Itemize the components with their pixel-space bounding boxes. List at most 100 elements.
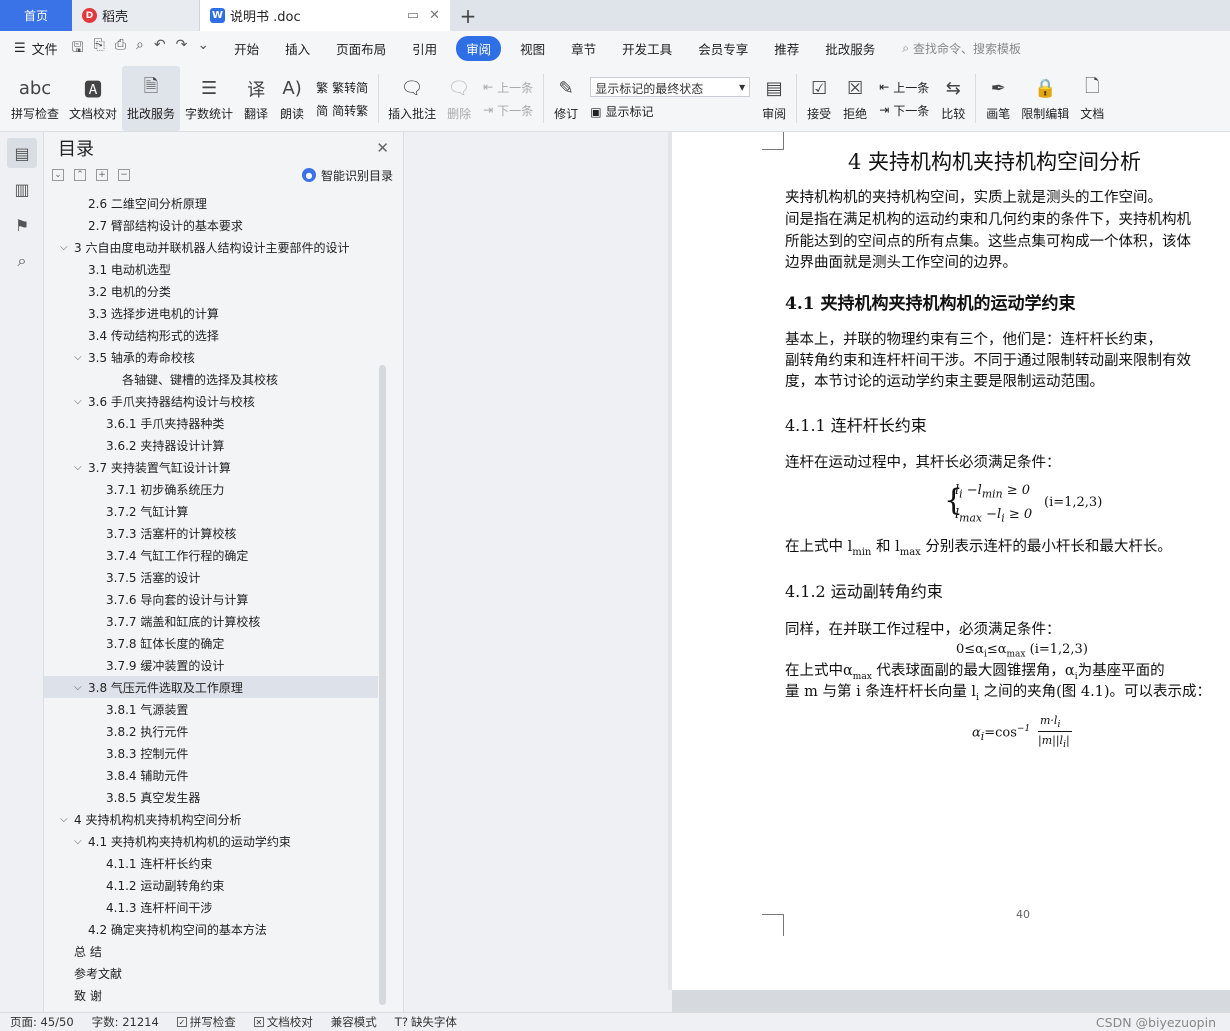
markup-state-select[interactable]: 显示标记的最终状态 ▾ (590, 77, 751, 97)
menu-start[interactable]: 开始 (234, 39, 259, 58)
menu-insert[interactable]: 插入 (285, 39, 310, 58)
toc-item[interactable]: 3.8.1 气源装置 (44, 698, 378, 720)
chevron-down-icon[interactable]: ⌄ (197, 37, 209, 61)
prev-comment-button[interactable]: ⇤ 上一条 (483, 79, 533, 96)
page-indicator[interactable]: 页面: 45/50 (10, 1014, 74, 1030)
toc-item[interactable]: 3.4 传动结构形式的选择 (44, 324, 378, 346)
document-rights-button[interactable]: 🗋 文档 (1074, 66, 1110, 131)
expand-up-icon[interactable]: ⌃ (74, 169, 86, 181)
next-comment-button[interactable]: ⇥ 下一条 (483, 102, 533, 119)
toc-item[interactable]: 3.7.4 气缸工作行程的确定 (44, 544, 378, 566)
toc-item[interactable]: 3.2 电机的分类 (44, 280, 378, 302)
toc-item[interactable]: 3.8.5 真空发生器 (44, 786, 378, 808)
tab-document[interactable]: W 说明书 .doc ▭ ✕ (200, 0, 450, 31)
toc-item[interactable]: 3.8.3 控制元件 (44, 742, 378, 764)
menu-grading[interactable]: 批改服务 (825, 39, 875, 58)
reject-button[interactable]: ☒ 拒绝 (837, 66, 873, 131)
toc-item[interactable]: 3.7.7 端盖和缸底的计算校核 (44, 610, 378, 632)
toc-item[interactable]: ⌵ 3.7 夹持装置气缸设计计算 (44, 456, 378, 478)
word-count-indicator[interactable]: 字数: 21214 (92, 1014, 159, 1030)
menu-recommend[interactable]: 推荐 (774, 39, 799, 58)
toc-item[interactable]: 3.7.3 活塞杆的计算校核 (44, 522, 378, 544)
preview-icon[interactable]: ⌕ (136, 37, 144, 61)
chevron-down-icon[interactable]: ⌵ (74, 462, 86, 473)
menu-references[interactable]: 引用 (412, 39, 437, 58)
toc-item[interactable]: ⌵ 3.6 手爪夹持器结构设计与校核 (44, 390, 378, 412)
missing-font-button[interactable]: T? 缺失字体 (395, 1014, 457, 1030)
toc-item[interactable]: ⌵ 4.1 夹持机构夹持机构机的运动学约束 (44, 830, 378, 852)
word-count-button[interactable]: ☰ 字数统计 (180, 66, 238, 131)
toc-item[interactable]: 3.8.4 辅助元件 (44, 764, 378, 786)
pen-button[interactable]: ✒ 画笔 (980, 66, 1016, 131)
toc-item[interactable]: 4.1.1 连杆杆长约束 (44, 852, 378, 874)
new-tab-button[interactable]: + (450, 0, 486, 31)
smart-toc-button[interactable]: ● 智能识别目录 (301, 167, 393, 184)
toc-item[interactable]: ⌵ 4 夹持机构机夹持机构空间分析 (44, 808, 378, 830)
toc-item[interactable]: 4.1.3 连杆杆间干涉 (44, 896, 378, 918)
doc-proof-button[interactable]: 🅰 文档校对 (64, 66, 122, 131)
translate-button[interactable]: 译翻译 (238, 66, 274, 131)
toc-item[interactable]: 各轴键、键槽的选择及其校核 (44, 368, 378, 390)
compare-button[interactable]: ⇆ 比较 (935, 66, 971, 131)
command-search[interactable]: ⌕ 查找命令、搜索模板 (902, 40, 1021, 57)
toc-pane-icon[interactable]: ▤ (7, 138, 37, 168)
toc-scrollbar[interactable] (379, 365, 386, 1005)
close-icon[interactable]: ✕ (376, 139, 389, 157)
toc-item[interactable]: ⌵ 3.8 气压元件选取及工作原理 (44, 676, 378, 698)
track-changes-button[interactable]: ✎ 修订 (548, 66, 584, 131)
delete-comment-button[interactable]: 🗨 删除 (441, 66, 477, 131)
menu-review[interactable]: 审阅 (456, 36, 502, 61)
plus-icon[interactable]: + (96, 169, 108, 181)
tab-daoke[interactable]: D 稻壳 (72, 0, 200, 31)
toc-item[interactable]: ⌵ 3.5 轴承的寿命校核 (44, 346, 378, 368)
save-icon[interactable]: 🖫 (72, 37, 84, 61)
toc-item[interactable]: 4.2 确定夹持机构空间的基本方法 (44, 918, 378, 940)
toc-item[interactable]: 3.6.2 夹持器设计计算 (44, 434, 378, 456)
menu-member[interactable]: 会员专享 (698, 39, 748, 58)
collapse-all-icon[interactable]: ⌄ (52, 169, 64, 181)
toc-item[interactable]: 总 结 (44, 940, 378, 962)
next-change-button[interactable]: ⇥ 下一条 (879, 102, 929, 119)
menu-view[interactable]: 视图 (520, 39, 545, 58)
file-menu[interactable]: ☰ 文件 (14, 39, 58, 58)
spell-check-button[interactable]: abc 拼写检查 (6, 66, 64, 131)
chevron-down-icon[interactable]: ⌵ (60, 242, 72, 253)
toc-item[interactable]: 参考文献 (44, 962, 378, 984)
read-aloud-button[interactable]: A) 朗读 (274, 66, 310, 131)
chevron-down-icon[interactable]: ⌵ (74, 836, 86, 847)
chevron-down-icon[interactable]: ⌵ (74, 682, 86, 693)
redo-icon[interactable]: ↷ (176, 37, 188, 61)
search-icon[interactable]: ⌕ (7, 246, 37, 276)
chevron-down-icon[interactable]: ⌵ (74, 352, 86, 363)
undo-icon[interactable]: ↶ (154, 37, 166, 61)
export-icon[interactable]: ⎘ (94, 37, 105, 61)
toc-item[interactable]: 3.1 电动机选型 (44, 258, 378, 280)
trad-to-simp-button[interactable]: 繁繁转简 (316, 79, 368, 96)
restrict-editing-button[interactable]: 🔒 限制编辑 (1016, 66, 1074, 131)
toc-item[interactable]: ⌵ 3 六自由度电动并联机器人结构设计主要部件的设计 (44, 236, 378, 258)
tab-home[interactable]: 首页 (0, 0, 72, 31)
prev-change-button[interactable]: ⇤ 上一条 (879, 79, 929, 96)
review-pane-button[interactable]: ▤ 审阅 (756, 66, 792, 131)
menu-layout[interactable]: 页面布局 (336, 39, 386, 58)
show-markup-button[interactable]: ▣ 显示标记 (590, 103, 750, 120)
minus-icon[interactable]: − (118, 169, 130, 181)
grading-service-button[interactable]: 🗎 批改服务 (122, 66, 181, 131)
toc-item[interactable]: 3.7.9 缓冲装置的设计 (44, 654, 378, 676)
toc-item[interactable]: 3.7.2 气缸计算 (44, 500, 378, 522)
document-page[interactable]: 4 夹持机构机夹持机构空间分析 夹持机构机的夹持机构空间，实质上就是测头的工作空… (672, 132, 1230, 990)
tab-close-icon[interactable]: ✕ (429, 8, 440, 23)
menu-chapter[interactable]: 章节 (571, 39, 596, 58)
chevron-down-icon[interactable]: ⌵ (74, 396, 86, 407)
toc-item[interactable]: 2.6 二维空间分析原理 (44, 192, 378, 214)
insert-comment-button[interactable]: 🗨 插入批注 (383, 66, 441, 131)
tab-pin-icon[interactable]: ▭ (407, 8, 419, 23)
toc-item[interactable]: 3.3 选择步进电机的计算 (44, 302, 378, 324)
accept-button[interactable]: ☑ 接受 (801, 66, 837, 131)
status-proof[interactable]: ✕ 文档校对 (253, 1014, 313, 1030)
toc-item[interactable]: 3.7.1 初步确系统压力 (44, 478, 378, 500)
toc-item[interactable]: 3.7.6 导向套的设计与计算 (44, 588, 378, 610)
toc-item[interactable]: 2.7 臂部结构设计的基本要求 (44, 214, 378, 236)
toc-item[interactable]: 3.8.2 执行元件 (44, 720, 378, 742)
chevron-down-icon[interactable]: ⌵ (60, 814, 72, 825)
